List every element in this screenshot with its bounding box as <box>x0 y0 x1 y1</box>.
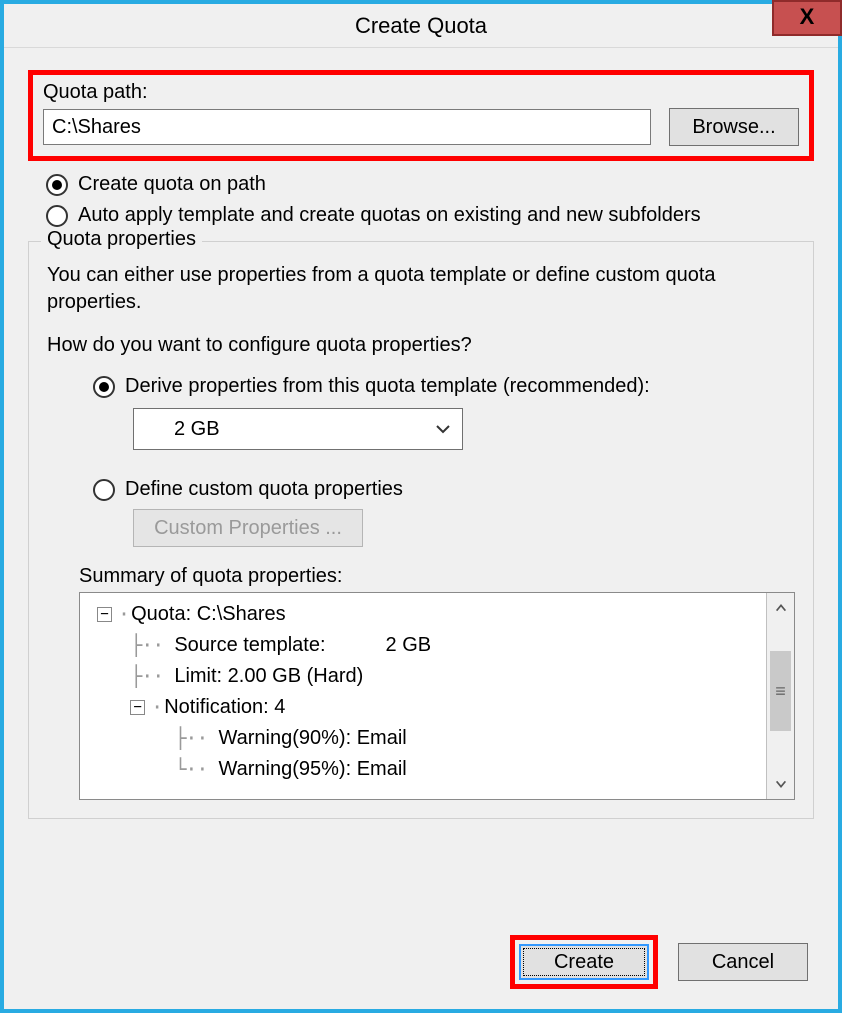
tree-root-label: Quota: C:\Shares <box>131 599 286 630</box>
scroll-up-icon[interactable] <box>767 593 794 623</box>
close-button[interactable]: X <box>772 0 842 36</box>
template-select-value: 2 GB <box>134 418 424 441</box>
tree-source-template-label: Source template: <box>174 630 325 661</box>
browse-button[interactable]: Browse... <box>669 108 799 146</box>
radio-derive-template-label: Derive properties from this quota templa… <box>125 375 650 398</box>
radio-icon <box>46 174 68 196</box>
summary-label: Summary of quota properties: <box>79 565 795 588</box>
radio-define-custom-label: Define custom quota properties <box>125 478 403 501</box>
close-icon: X <box>800 4 815 29</box>
tree-warning-90-label: Warning(90%): Email <box>219 723 407 754</box>
tree-source-template-row[interactable]: ├·· Source template: 2 GB <box>86 630 762 661</box>
titlebar: Create Quota X <box>4 4 838 48</box>
template-select[interactable]: 2 GB <box>133 408 463 450</box>
tree-source-template-value: 2 GB <box>386 630 432 661</box>
tree-warning-95-label: Warning(95%): Email <box>219 754 407 785</box>
cancel-button[interactable]: Cancel <box>678 943 808 981</box>
custom-properties-button: Custom Properties ... <box>133 509 363 547</box>
radio-auto-apply-label: Auto apply template and create quotas on… <box>78 204 701 227</box>
vertical-scrollbar[interactable] <box>766 593 794 799</box>
tree-notification-row[interactable]: − · Notification: 4 <box>86 692 762 723</box>
collapse-icon[interactable]: − <box>130 700 145 715</box>
quota-properties-group: Quota properties You can either use prop… <box>28 241 814 819</box>
scroll-track[interactable] <box>767 623 794 769</box>
dialog-footer: Create Cancel <box>510 935 808 989</box>
radio-define-custom-row[interactable]: Define custom quota properties <box>93 478 795 501</box>
window-title: Create Quota <box>4 4 838 48</box>
radio-icon <box>46 205 68 227</box>
quota-path-input[interactable] <box>43 109 651 145</box>
radio-create-on-path-label: Create quota on path <box>78 173 266 196</box>
create-button[interactable]: Create <box>519 944 649 980</box>
radio-icon <box>93 479 115 501</box>
tree-limit-row[interactable]: ├·· Limit: 2.00 GB (Hard) <box>86 661 762 692</box>
collapse-icon[interactable]: − <box>97 607 112 622</box>
tree-limit-label: Limit: 2.00 GB (Hard) <box>174 661 363 692</box>
scroll-down-icon[interactable] <box>767 769 794 799</box>
radio-auto-apply-row[interactable]: Auto apply template and create quotas on… <box>46 204 814 227</box>
tree-warning-95-row[interactable]: └·· Warning(95%): Email <box>86 754 762 785</box>
quota-path-section: Quota path: Browse... <box>28 70 814 161</box>
summary-container: − · Quota: C:\Shares ├·· Source template… <box>79 592 795 800</box>
chevron-down-icon <box>424 409 462 449</box>
scroll-thumb[interactable] <box>770 651 791 731</box>
radio-derive-template-row[interactable]: Derive properties from this quota templa… <box>93 375 795 398</box>
quota-path-label: Quota path: <box>43 81 799 104</box>
tree-warning-90-row[interactable]: ├·· Warning(90%): Email <box>86 723 762 754</box>
question-text: How do you want to configure quota prope… <box>47 332 795 359</box>
radio-create-on-path-row[interactable]: Create quota on path <box>46 173 814 196</box>
dialog-content: Quota path: Browse... Create quota on pa… <box>4 48 838 819</box>
quota-path-row: Browse... <box>43 108 799 146</box>
summary-tree: − · Quota: C:\Shares ├·· Source template… <box>80 593 766 799</box>
tree-root-row[interactable]: − · Quota: C:\Shares <box>86 599 762 630</box>
dialog-window: Create Quota X Quota path: Browse... Cre… <box>0 0 842 1013</box>
tree-notification-label: Notification: 4 <box>164 692 285 723</box>
intro-text: You can either use properties from a quo… <box>47 262 795 316</box>
create-button-highlight: Create <box>510 935 658 989</box>
groupbox-title: Quota properties <box>41 228 202 251</box>
radio-icon <box>93 376 115 398</box>
